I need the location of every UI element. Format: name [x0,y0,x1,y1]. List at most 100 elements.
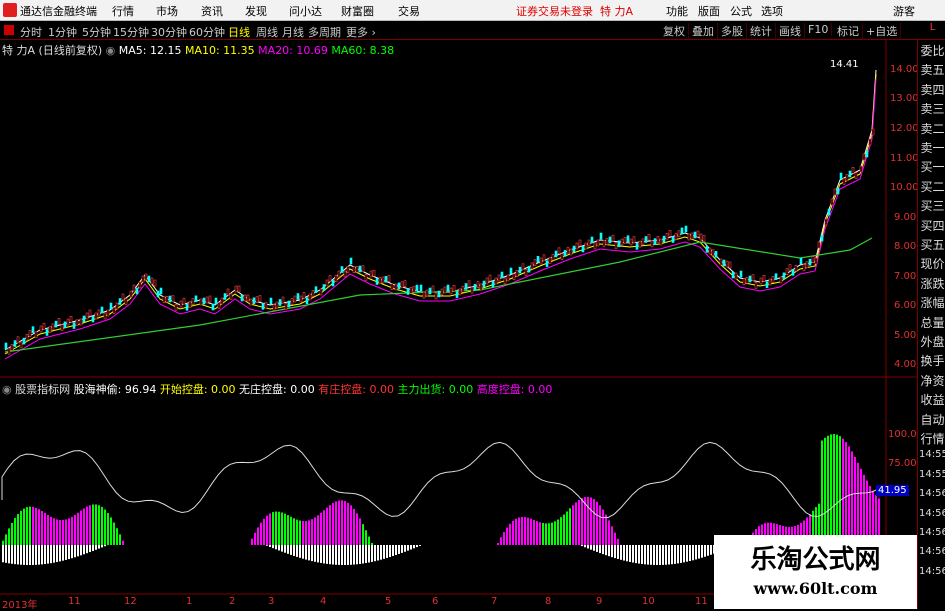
candle [382,277,384,283]
candle [151,278,153,284]
ind-bar [365,530,367,545]
candle [603,240,605,246]
x-tick: 7 [491,596,497,607]
ind-neg-bar [392,545,394,556]
candle [709,248,711,254]
settings-icon[interactable]: ◉ [106,44,116,57]
candle [8,348,10,354]
candle [630,239,632,245]
candle [180,301,182,307]
ind-neg-bar [338,545,340,565]
ind-bar [842,439,844,545]
x-tick: 12 [124,596,137,607]
kline-chart[interactable] [0,0,917,609]
candle [537,256,539,262]
ind-neg-bar [83,545,85,554]
ind-tick: 75.00 [888,458,917,469]
ind-gdkp: 高度控盘: 0.00 [477,383,553,396]
ind-neg-bar [380,545,382,560]
candle [398,283,400,289]
ind-wzkp: 无庄控盘: 0.00 [239,383,315,396]
indicator-settings-icon[interactable]: ◉ [2,383,12,396]
quote-panel-item: 现价 [919,255,945,274]
ind-neg-bar [362,545,364,564]
ind-bar [290,517,292,545]
ind-neg-bar [104,545,106,546]
ind-neg-bar [71,545,73,558]
quote-panel-item: 14:56 [919,508,945,527]
ind-bar [29,507,31,545]
candle [447,285,449,291]
ind-bar [518,517,520,545]
ind-neg-bar [359,545,361,564]
ind-bar [563,514,565,545]
price-tick: 5.00 [894,330,916,341]
ind-bar [542,523,544,545]
ind-bar [296,520,298,545]
candle [591,237,593,243]
candle [230,294,232,300]
quote-panel-item: 涨跌 [919,275,945,294]
ind-neg-bar [614,545,616,558]
ind-bar [587,497,589,545]
candle [326,280,328,286]
legend-stock-name: 特 力A [2,44,35,57]
ind-neg-bar [404,545,406,552]
ind-bar [551,523,553,545]
ind-neg-bar [5,545,7,563]
ind-bar [278,512,280,545]
candle [49,327,51,333]
ind-neg-bar [632,545,634,563]
ind-neg-bar [347,545,349,565]
candle [642,239,644,245]
quote-panel-item: 收益 [919,391,945,410]
ind-neg-bar [278,545,280,550]
candle [323,285,325,291]
candle [564,250,566,256]
candle [633,237,635,243]
candle [860,166,862,172]
ind-neg-bar [686,545,688,562]
ind-neg-bar [353,545,355,565]
candle [23,338,25,344]
ind-neg-bar [707,545,709,556]
ind-bar [299,521,301,545]
ind-bar [65,519,67,545]
ind-bar [599,505,601,545]
candle [166,296,168,302]
x-tick: 11 [68,596,81,607]
ind-neg-bar [86,545,88,553]
candle [241,295,243,301]
ind-bar [827,436,829,545]
ind-bar [596,502,598,545]
candle [672,237,674,243]
ind-bar [20,511,22,545]
ind-neg-bar [368,545,370,562]
candle [815,258,817,264]
candle [89,310,91,316]
ind-bar [107,513,109,545]
candle [513,274,515,280]
price-marker: 14.41 [830,59,859,70]
candle [752,275,754,281]
candle [852,167,854,173]
candle [309,294,311,300]
candle [735,273,737,279]
indicator-name: 股票指标网 [15,383,70,396]
candle [332,280,334,286]
ma5-label: MA5: 12.15 [119,44,182,57]
candle [504,278,506,284]
ind-neg-bar [695,545,697,559]
candle [335,276,337,282]
ind-bar [56,519,58,545]
ind-neg-bar [602,545,604,554]
candle [579,240,581,246]
candle [795,265,797,271]
ind-bar [113,523,115,545]
ind-bar [317,515,319,545]
ind-neg-bar [584,545,586,547]
candle [227,289,229,295]
ind-bar [71,517,73,545]
candle [678,231,680,237]
candle [444,287,446,293]
